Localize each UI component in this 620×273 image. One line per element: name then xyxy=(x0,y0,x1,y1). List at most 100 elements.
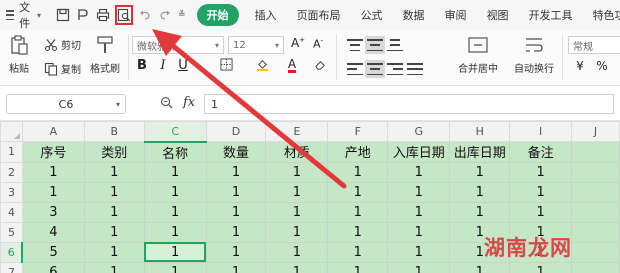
row-header[interactable]: 1 xyxy=(0,141,23,163)
cell[interactable] xyxy=(571,241,620,263)
customize-toolbar-icon[interactable]: ≚ xyxy=(178,7,186,23)
cell[interactable]: 6 xyxy=(21,261,85,273)
cell[interactable]: 1 xyxy=(205,181,267,203)
cell[interactable]: 1 xyxy=(387,221,451,243)
cell[interactable] xyxy=(571,261,620,273)
underline-button[interactable]: U xyxy=(175,58,191,73)
cell[interactable]: 1 xyxy=(265,261,329,273)
export-pdf-icon[interactable] xyxy=(76,7,90,23)
cell[interactable]: 数量 xyxy=(205,141,267,163)
cell[interactable]: 1 xyxy=(265,241,329,263)
copy-button[interactable]: 复制 xyxy=(44,61,81,76)
cell[interactable]: 1 xyxy=(449,161,511,183)
cell[interactable]: 1 xyxy=(327,181,389,203)
cell[interactable]: 1 xyxy=(509,201,573,223)
cell[interactable]: 1 xyxy=(449,261,511,273)
align-center-icon[interactable] xyxy=(365,60,385,78)
cell[interactable]: 1 xyxy=(265,161,329,183)
cell[interactable]: 入库日期 xyxy=(387,141,451,163)
cell[interactable]: 5 xyxy=(21,241,85,263)
cell[interactable]: 产地 xyxy=(327,141,389,163)
cell[interactable]: 1 xyxy=(21,161,85,183)
row-header[interactable]: 7 xyxy=(0,261,23,273)
cell[interactable]: 1 xyxy=(205,241,267,263)
cell[interactable]: 1 xyxy=(449,181,511,203)
decrease-font-button[interactable]: A- xyxy=(310,37,326,51)
cell[interactable]: 1 xyxy=(509,181,573,203)
cell[interactable]: 备注 xyxy=(509,141,573,163)
paste-button[interactable]: 粘贴 xyxy=(8,34,30,75)
cell[interactable]: 1 xyxy=(327,241,389,263)
align-middle-icon[interactable] xyxy=(365,36,385,54)
cell[interactable]: 名称 xyxy=(143,141,207,163)
format-painter-button[interactable]: 格式刷 xyxy=(90,34,120,75)
cell[interactable]: 1 xyxy=(265,201,329,223)
column-header[interactable]: F xyxy=(327,121,389,142)
tab-special[interactable]: 特色功 xyxy=(583,7,620,23)
cell[interactable]: 1 xyxy=(327,221,389,243)
print-preview-button[interactable] xyxy=(115,5,134,25)
cell[interactable]: 1 xyxy=(143,201,207,223)
fill-color-icon[interactable] xyxy=(254,58,270,75)
row-header[interactable]: 5 xyxy=(0,221,23,243)
column-header[interactable]: I xyxy=(509,121,573,142)
tab-data[interactable]: 数据 xyxy=(393,7,435,23)
cell[interactable] xyxy=(571,181,620,203)
cell[interactable]: 1 xyxy=(83,161,145,183)
percent-icon[interactable]: % xyxy=(594,59,610,73)
cell[interactable]: 1 xyxy=(387,241,451,263)
row-header[interactable]: 4 xyxy=(0,201,23,223)
tab-review[interactable]: 审阅 xyxy=(435,7,477,23)
active-cell[interactable]: 1 xyxy=(143,241,207,263)
cell[interactable]: 1 xyxy=(205,161,267,183)
cell[interactable]: 1 xyxy=(327,201,389,223)
column-header[interactable]: H xyxy=(449,121,511,142)
name-box[interactable]: C6 ▾ xyxy=(6,94,126,114)
row-header[interactable]: 2 xyxy=(0,161,23,183)
cell[interactable]: 1 xyxy=(327,261,389,273)
cell[interactable]: 1 xyxy=(327,161,389,183)
cell[interactable]: 出库日期 xyxy=(449,141,511,163)
increase-font-button[interactable]: A+ xyxy=(290,36,306,50)
cell[interactable]: 1 xyxy=(205,261,267,273)
cell[interactable]: 1 xyxy=(509,261,573,273)
cell[interactable]: 类别 xyxy=(83,141,145,163)
cell[interactable] xyxy=(571,201,620,223)
cell[interactable]: 1 xyxy=(387,261,451,273)
column-header[interactable]: J xyxy=(571,121,620,142)
file-menu[interactable]: 文件 ▾ xyxy=(0,0,41,31)
redo-icon[interactable] xyxy=(158,7,172,23)
column-header[interactable]: B xyxy=(83,121,145,142)
cell[interactable]: 材质 xyxy=(265,141,329,163)
number-format-select[interactable]: 常规 xyxy=(568,36,620,54)
bold-button[interactable]: B xyxy=(134,58,150,73)
cell[interactable]: 1 xyxy=(83,201,145,223)
cut-button[interactable]: 剪切 xyxy=(44,37,81,52)
cell[interactable]: 1 xyxy=(265,221,329,243)
borders-icon[interactable] xyxy=(218,58,234,75)
tab-page-layout[interactable]: 页面布局 xyxy=(287,7,351,23)
cell[interactable]: 1 xyxy=(205,201,267,223)
font-name-select[interactable]: 微软雅黑 ▾ xyxy=(132,36,224,54)
cell[interactable]: 1 xyxy=(509,161,573,183)
font-size-select[interactable]: 12 ▾ xyxy=(228,36,284,54)
row-header[interactable]: 6 xyxy=(0,241,24,263)
save-icon[interactable] xyxy=(56,7,70,23)
align-right-icon[interactable] xyxy=(387,62,403,76)
align-top-icon[interactable] xyxy=(347,38,363,52)
cell[interactable] xyxy=(571,221,620,243)
cell[interactable]: 1 xyxy=(205,221,267,243)
wrap-text-button[interactable]: 自动换行 xyxy=(514,34,554,75)
merge-center-button[interactable]: 合并居中 xyxy=(458,34,498,75)
insert-function-button[interactable]: fx xyxy=(183,95,195,110)
cell[interactable]: 3 xyxy=(21,201,85,223)
cell[interactable]: 1 xyxy=(143,181,207,203)
column-header-selected[interactable]: C xyxy=(143,121,207,143)
tab-home[interactable]: 开始 xyxy=(196,4,239,26)
cell[interactable]: 1 xyxy=(83,241,145,263)
tab-view[interactable]: 视图 xyxy=(477,7,519,23)
zoom-icon[interactable] xyxy=(160,96,173,109)
tab-insert[interactable]: 插入 xyxy=(245,7,287,23)
tab-formulas[interactable]: 公式 xyxy=(351,7,393,23)
column-header[interactable]: A xyxy=(21,121,85,142)
